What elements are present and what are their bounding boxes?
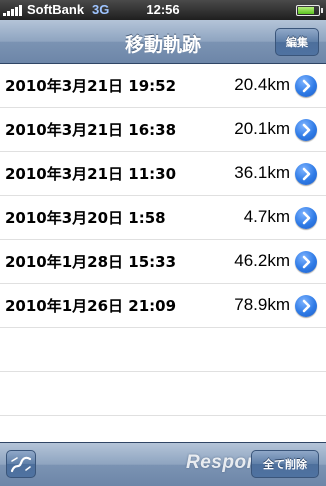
edit-button[interactable]: 編集 bbox=[275, 28, 319, 56]
track-distance: 36.1km bbox=[234, 163, 290, 182]
detail-disclosure-icon[interactable] bbox=[295, 207, 317, 229]
empty-row bbox=[0, 328, 326, 372]
route-button[interactable] bbox=[6, 450, 36, 478]
detail-disclosure-icon[interactable] bbox=[295, 163, 317, 185]
detail-disclosure-icon[interactable] bbox=[295, 119, 317, 141]
status-bar: SoftBank 3G 12:56 bbox=[0, 0, 326, 20]
track-row[interactable]: 2010年3月21日 19:52 20.4km bbox=[0, 64, 326, 108]
track-date: 2010年1月28日 15:33 bbox=[5, 253, 177, 271]
track-list: 2010年3月21日 19:52 20.4km 2010年3月21日 16:38… bbox=[0, 64, 326, 416]
detail-disclosure-icon[interactable] bbox=[295, 251, 317, 273]
battery-level bbox=[298, 7, 314, 14]
track-date: 2010年1月26日 21:09 bbox=[5, 297, 177, 315]
track-date: 2010年3月21日 11:30 bbox=[5, 165, 177, 183]
delete-all-button[interactable]: 全て削除 bbox=[251, 450, 319, 478]
track-row[interactable]: 2010年3月20日 1:58 4.7km bbox=[0, 196, 326, 240]
status-time: 12:56 bbox=[146, 2, 180, 17]
track-row[interactable]: 2010年1月26日 21:09 78.9km bbox=[0, 284, 326, 328]
track-row[interactable]: 2010年3月21日 16:38 20.1km bbox=[0, 108, 326, 152]
track-distance: 46.2km bbox=[234, 251, 290, 270]
bottom-toolbar: Response. 全て削除 bbox=[0, 442, 326, 486]
track-date: 2010年3月21日 16:38 bbox=[5, 121, 177, 139]
track-row[interactable]: 2010年3月21日 11:30 36.1km bbox=[0, 152, 326, 196]
track-distance: 20.4km bbox=[234, 75, 290, 94]
route-icon bbox=[10, 456, 32, 473]
track-row[interactable]: 2010年1月28日 15:33 46.2km bbox=[0, 240, 326, 284]
track-date: 2010年3月20日 1:58 bbox=[5, 209, 166, 227]
battery-icon bbox=[296, 5, 323, 16]
navigation-bar: 移動軌跡 編集 bbox=[0, 20, 326, 64]
track-distance: 20.1km bbox=[234, 119, 290, 138]
track-distance: 4.7km bbox=[243, 207, 290, 226]
detail-disclosure-icon[interactable] bbox=[295, 295, 317, 317]
track-distance: 78.9km bbox=[234, 295, 290, 314]
empty-row bbox=[0, 372, 326, 416]
detail-disclosure-icon[interactable] bbox=[295, 75, 317, 97]
track-date: 2010年3月21日 19:52 bbox=[5, 77, 177, 95]
